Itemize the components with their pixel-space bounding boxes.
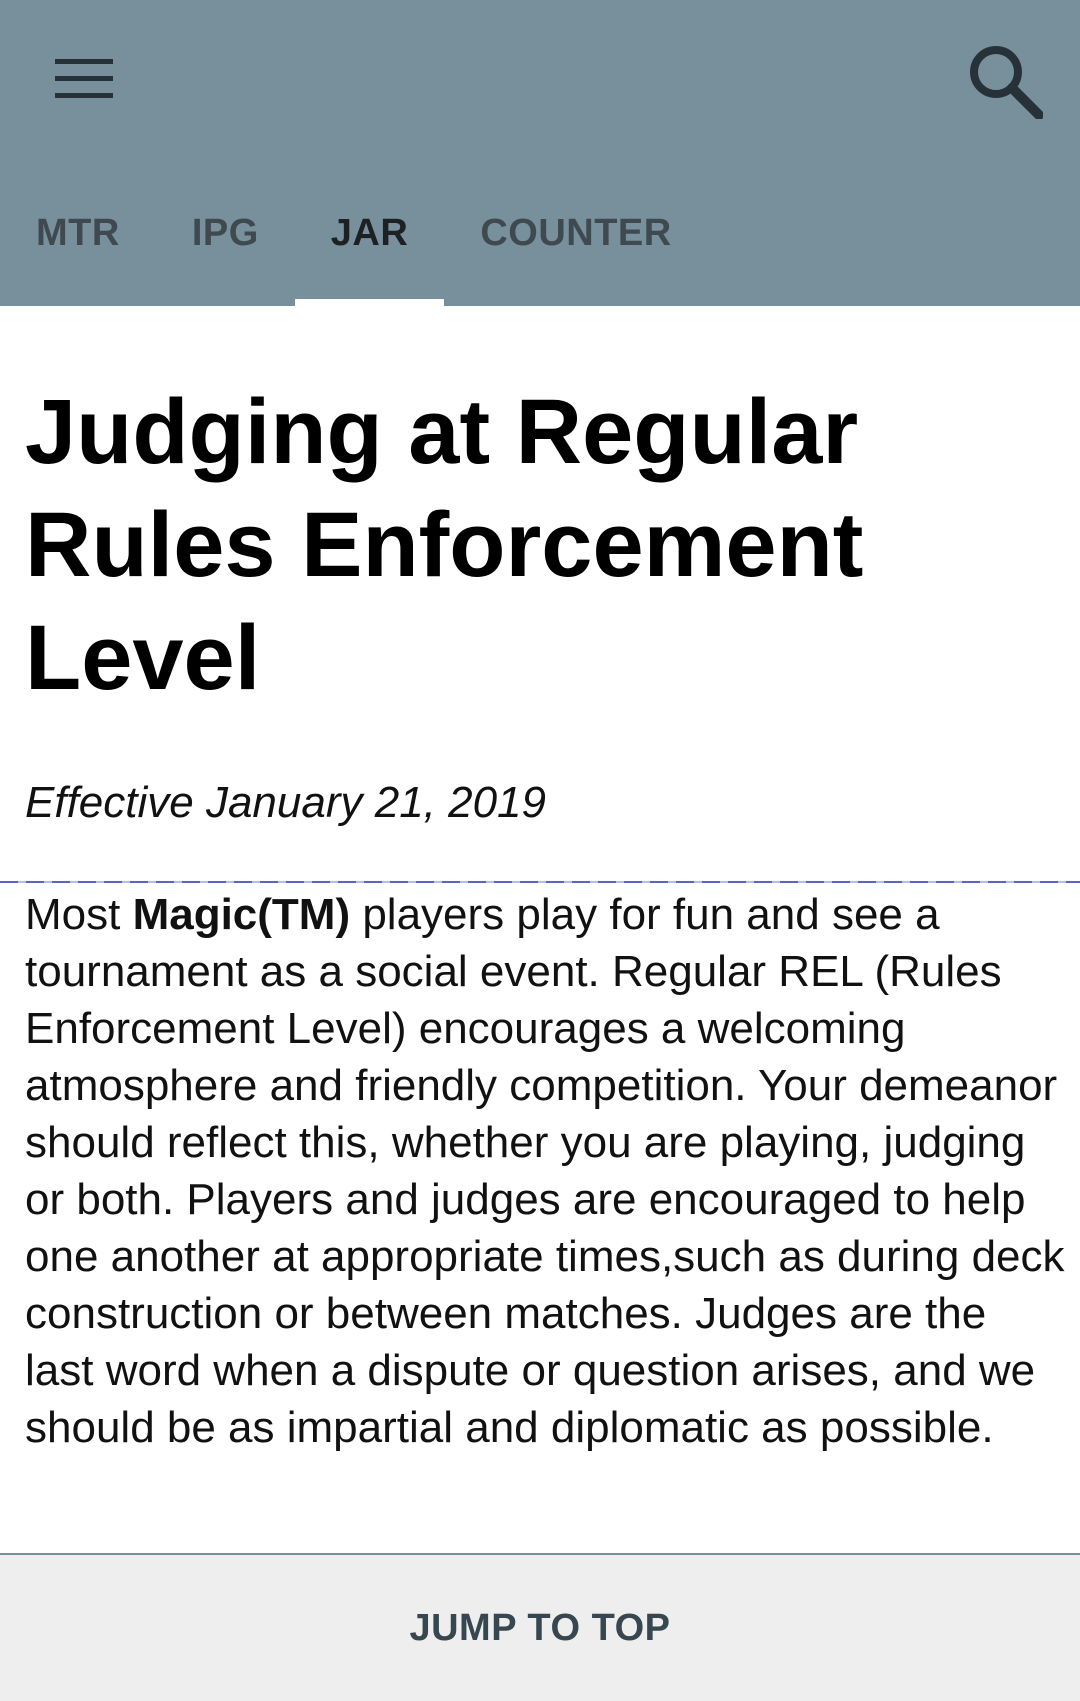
jump-to-top-button[interactable]: JUMP TO TOP — [369, 1587, 710, 1670]
section-divider — [0, 881, 1080, 883]
intro-paragraph: Most Magic(TM) players play for fun and … — [25, 886, 1065, 1456]
tab-mtr[interactable]: MTR — [0, 190, 156, 306]
effective-date: Effective January 21, 2019 — [25, 778, 546, 827]
tab-bar: MTR IPG JAR COUNTER — [0, 190, 708, 306]
intro-rest: players play for fun and see a tournamen… — [25, 890, 1065, 1452]
document-content[interactable]: Judging at Regular Rules Enforcement Lev… — [0, 306, 1080, 1553]
intro-bold: Magic(TM) — [132, 890, 351, 939]
search-button[interactable] — [960, 36, 1050, 126]
tab-label: COUNTER — [480, 212, 672, 254]
app-bar: MTR IPG JAR COUNTER — [0, 0, 1080, 306]
tab-counter[interactable]: COUNTER — [444, 190, 707, 306]
hamburger-menu-icon — [55, 59, 113, 98]
tab-label: JAR — [330, 212, 409, 254]
tab-label: IPG — [191, 212, 259, 254]
intro-lead: Most — [25, 890, 133, 939]
tab-ipg[interactable]: IPG — [156, 190, 295, 306]
page-title: Judging at Regular Rules Enforcement Lev… — [25, 381, 864, 709]
footer-bar: JUMP TO TOP — [0, 1553, 1080, 1701]
tab-jar[interactable]: JAR — [294, 190, 445, 306]
search-icon — [970, 46, 1043, 119]
tab-label: MTR — [36, 212, 120, 254]
menu-button[interactable] — [44, 44, 124, 114]
